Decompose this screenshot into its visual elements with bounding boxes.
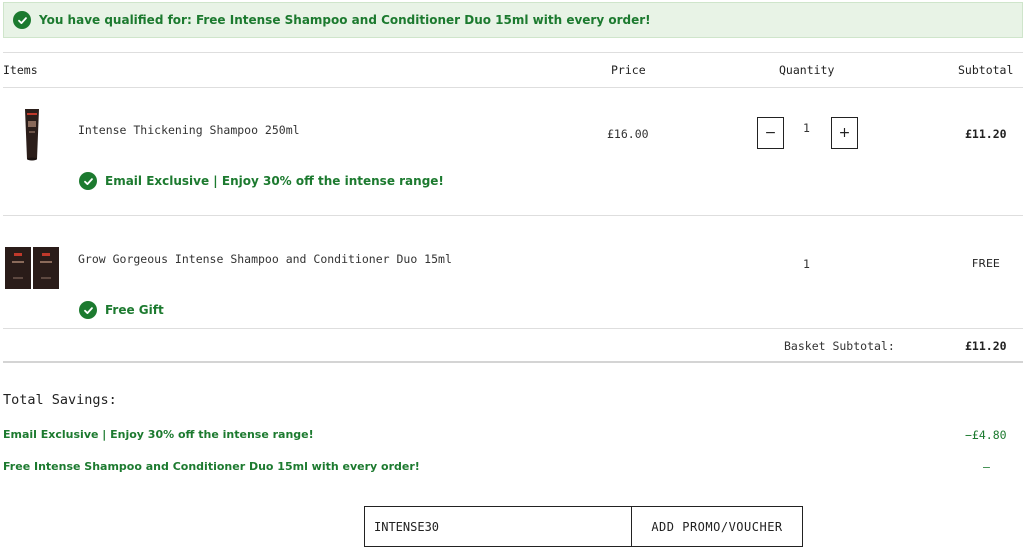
basket-subtotal-label: Basket Subtotal: [784,339,895,353]
product-thumbnail-duo[interactable] [5,247,59,293]
savings-row-label: Email Exclusive | Enjoy 30% off the inte… [3,428,314,441]
savings-row-value: – [983,460,990,474]
item-name[interactable]: Intense Thickening Shampoo 250ml [78,123,300,137]
item-subtotal: £11.20 [965,127,1007,141]
header-price: Price [611,63,646,77]
divider [3,361,1023,363]
check-circle-icon [79,172,97,190]
product-thumbnail-shampoo[interactable] [16,107,48,165]
quantity-decrease-button[interactable]: − [757,117,784,149]
item-quantity: 1 [803,257,810,271]
savings-row-label: Free Intense Shampoo and Conditioner Duo… [3,460,420,473]
check-circle-icon [13,11,31,29]
header-items: Items [3,63,38,77]
item-promo: Email Exclusive | Enjoy 30% off the inte… [79,172,444,190]
savings-row-value: −£4.80 [965,428,1007,442]
basket-subtotal-value: £11.20 [965,339,1007,353]
divider [3,87,1023,88]
item-quantity: 1 [803,121,810,135]
item-price: £16.00 [607,127,649,141]
quantity-increase-button[interactable]: + [831,117,858,149]
banner-text: You have qualified for: Free Intense Sha… [39,13,651,27]
item-promo-text: Email Exclusive | Enjoy 30% off the inte… [105,174,444,188]
qualification-banner: You have qualified for: Free Intense Sha… [3,2,1023,38]
item-subtotal: FREE [972,257,1000,270]
add-promo-voucher-button[interactable]: ADD PROMO/VOUCHER [631,506,803,547]
item-promo: Free Gift [79,301,164,319]
item-promo-text: Free Gift [105,303,164,317]
divider [3,215,1023,216]
total-savings-title: Total Savings: [3,392,117,408]
check-circle-icon [79,301,97,319]
divider [3,52,1023,53]
promo-code-input[interactable] [364,506,632,547]
header-subtotal: Subtotal [958,63,1014,77]
divider [3,328,1023,329]
item-name[interactable]: Grow Gorgeous Intense Shampoo and Condit… [78,252,452,266]
header-quantity: Quantity [779,63,835,77]
